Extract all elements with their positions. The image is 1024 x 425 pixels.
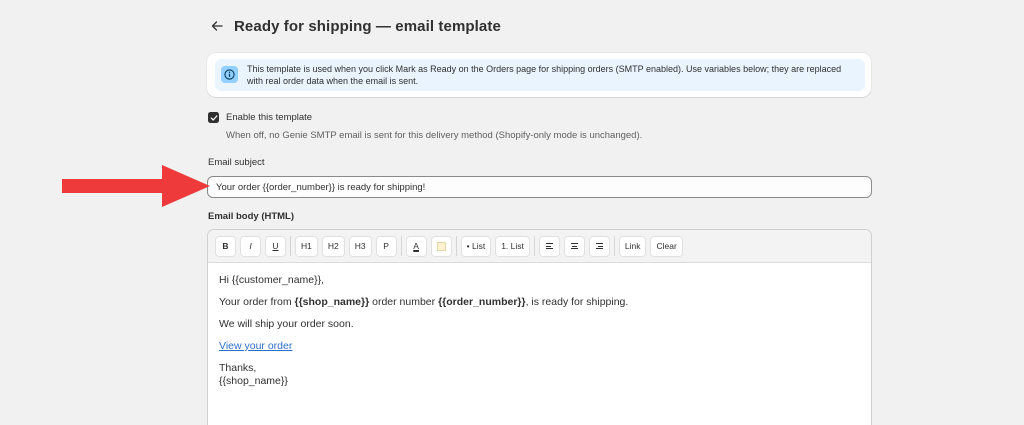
info-banner-body: This template is used when you click Mar… <box>215 59 865 91</box>
heading-2-button[interactable]: H2 <box>321 235 345 257</box>
toolbar-divider <box>455 236 457 256</box>
clear-formatting-button[interactable]: Clear <box>650 235 683 257</box>
toolbar-divider <box>613 236 615 256</box>
heading-1-button[interactable]: H1 <box>295 235 318 257</box>
align-right-icon <box>595 243 603 249</box>
red-arrow-annotation <box>62 165 210 207</box>
toolbar-divider <box>533 236 535 256</box>
line-middle: order number <box>369 296 439 308</box>
bullet-list-button[interactable]: • List <box>460 235 492 257</box>
signature-line: {{shop_name}} <box>219 375 288 387</box>
email-body-editor: B I U H1 H2 H3 P A • List 1. List Link C… <box>207 229 872 425</box>
align-center-icon <box>570 243 578 249</box>
paragraph-button[interactable]: P <box>375 235 397 257</box>
numbered-list-button[interactable]: 1. List <box>495 235 530 257</box>
checkmark-icon <box>210 114 217 121</box>
info-banner: This template is used when you click Mar… <box>207 53 871 97</box>
email-subject-input[interactable] <box>207 176 872 198</box>
align-left-icon <box>545 243 553 249</box>
arrow-left-icon <box>211 21 223 31</box>
toolbar-divider <box>290 236 291 256</box>
line-suffix: , is ready for shipping. <box>525 296 629 308</box>
enable-template-label[interactable]: Enable this template <box>226 111 312 124</box>
ship-soon-line: We will ship your order soon. <box>219 318 354 330</box>
line-prefix: Your order from <box>219 296 295 308</box>
order-ready-line: Your order from {{shop_name}} order numb… <box>219 296 860 309</box>
insert-link-button[interactable]: Link <box>618 235 647 257</box>
greeting-line: Hi {{customer_name}}, <box>219 274 325 286</box>
editor-toolbar: B I U H1 H2 H3 P A • List 1. List Link C… <box>208 230 871 263</box>
order-number-variable: {{order_number}} <box>438 296 526 308</box>
italic-button[interactable]: I <box>240 235 261 257</box>
align-center-button[interactable] <box>563 235 585 257</box>
editor-content-area[interactable]: Hi {{customer_name}}, Your order from {{… <box>208 263 871 408</box>
bold-button[interactable]: B <box>215 235 236 257</box>
email-body-label: Email body (HTML) <box>208 211 295 222</box>
text-color-button[interactable]: A <box>405 235 427 257</box>
heading-3-button[interactable]: H3 <box>348 235 372 257</box>
align-left-button[interactable] <box>538 235 560 257</box>
highlight-swatch-icon <box>436 241 446 251</box>
back-button[interactable] <box>208 17 226 35</box>
page: Ready for shipping — email template This… <box>0 0 1024 425</box>
enable-template-checkbox[interactable] <box>208 112 219 123</box>
enable-template-row[interactable]: Enable this template <box>208 111 312 124</box>
highlight-color-button[interactable] <box>430 235 452 257</box>
underline-button[interactable]: U <box>265 235 286 257</box>
page-title: Ready for shipping — email template <box>234 17 501 35</box>
email-subject-label: Email subject <box>208 157 265 168</box>
toolbar-divider <box>400 236 402 256</box>
view-order-link[interactable]: View your order <box>219 340 292 352</box>
page-header: Ready for shipping — email template <box>208 14 501 38</box>
enable-template-help: When off, no Genie SMTP email is sent fo… <box>226 130 643 141</box>
closing-line: Thanks, <box>219 362 257 374</box>
info-icon <box>221 66 238 83</box>
info-banner-text: This template is used when you click Mar… <box>247 64 842 86</box>
shop-name-variable: {{shop_name}} <box>294 296 370 308</box>
align-right-button[interactable] <box>588 235 610 257</box>
